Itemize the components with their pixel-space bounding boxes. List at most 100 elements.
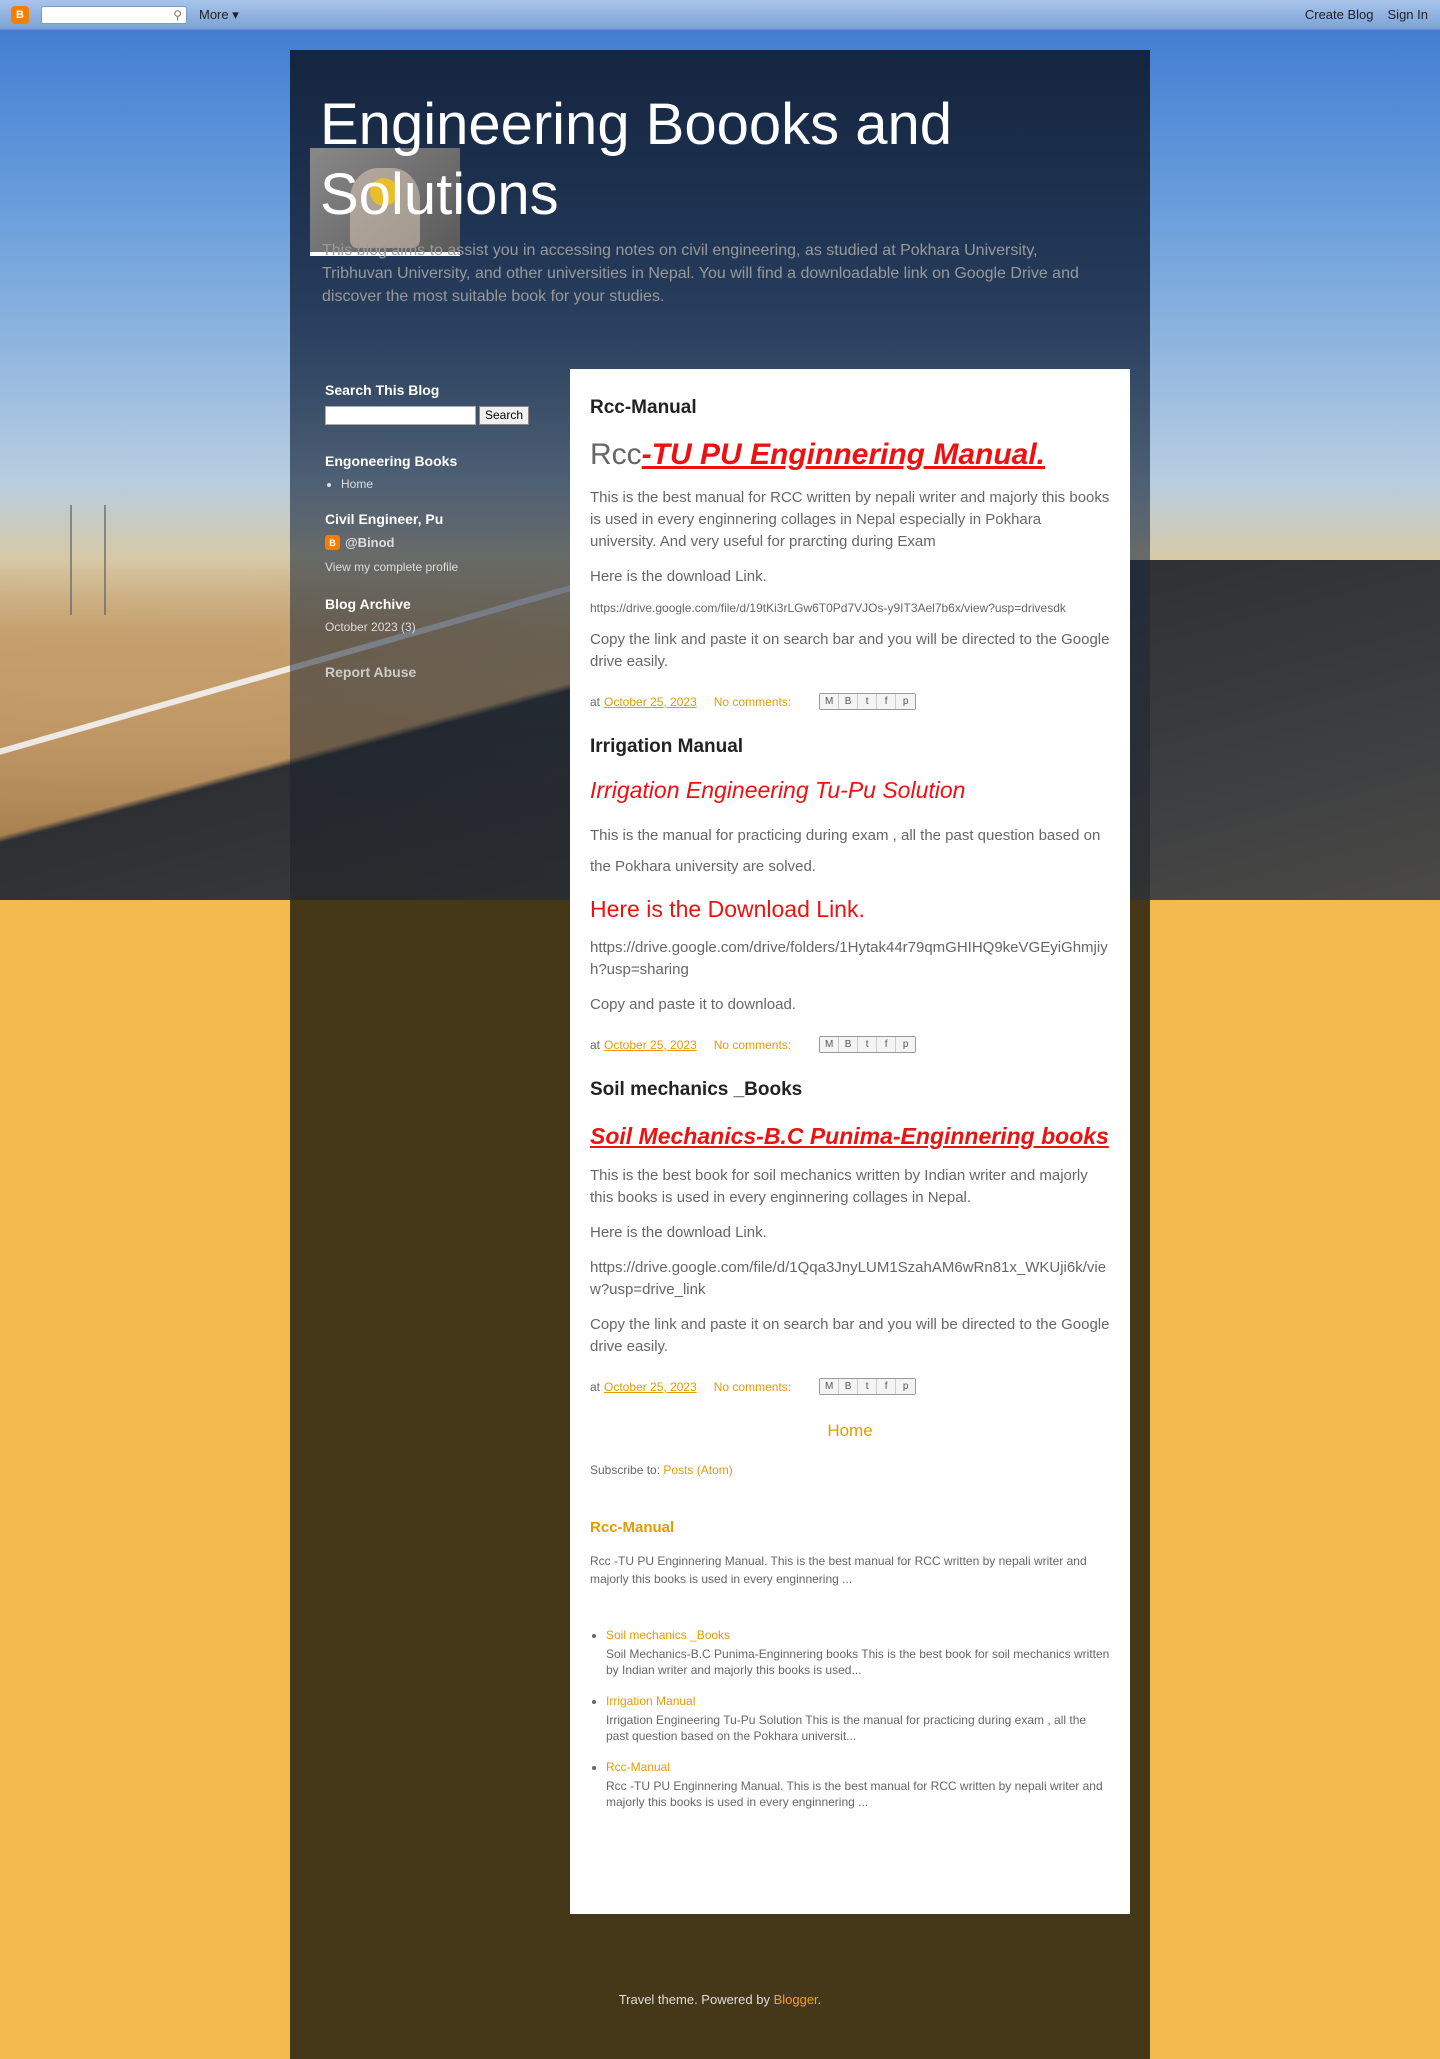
- post-headline-plain: Rcc: [590, 438, 642, 471]
- email-share-icon[interactable]: M: [820, 694, 840, 709]
- post-download-heading: Here is the Download Link.: [590, 896, 865, 922]
- blog-description: This blog aims to assist you in accessin…: [322, 242, 1079, 305]
- archive-widget-heading: Blog Archive: [325, 596, 411, 612]
- home-link[interactable]: Home: [590, 1421, 1110, 1441]
- post-headline: Irrigation Engineering Tu-Pu Solution: [590, 777, 966, 803]
- background-power-tower: [70, 505, 106, 615]
- post-instruction: Copy the link and paste it on search bar…: [590, 1316, 1110, 1355]
- popular-post-snippet: Soil Mechanics-B.C Punima-Enginnering bo…: [606, 1647, 1110, 1677]
- post-footer-at: at: [590, 694, 601, 709]
- pinterest-share-icon[interactable]: p: [896, 694, 916, 709]
- post-title[interactable]: Rcc-Manual: [590, 397, 1110, 419]
- main-content: Rcc-Manual Rcc-TU PU Enginnering Manual.…: [570, 369, 1130, 1914]
- profile-name: @Binod: [345, 535, 395, 550]
- popular-post-title[interactable]: Soil mechanics _Books: [606, 1628, 1110, 1642]
- list-item: Irrigation Manual Irrigation Engineering…: [606, 1694, 1110, 1744]
- blogthis-share-icon[interactable]: B: [839, 1037, 859, 1052]
- popular-post-title[interactable]: Irrigation Manual: [606, 1694, 1110, 1708]
- post-footer: at October 25, 2023 No comments: M B t f…: [590, 693, 1110, 710]
- about-widget-heading: Civil Engineer, Pu: [325, 511, 444, 527]
- pinterest-share-icon[interactable]: p: [896, 1379, 916, 1394]
- post-download-url: https://drive.google.com/drive/folders/1…: [590, 939, 1108, 978]
- blogthis-share-icon[interactable]: B: [839, 1379, 859, 1394]
- blogthis-share-icon[interactable]: B: [839, 694, 859, 709]
- sign-in-link[interactable]: Sign In: [1388, 7, 1428, 22]
- post-download-intro: Here is the download Link.: [590, 568, 767, 585]
- post-headline-link[interactable]: -TU PU Enginnering Manual.: [642, 438, 1045, 471]
- blog-title[interactable]: Engineering Boooks and Solutions: [320, 90, 1020, 230]
- post-headline-link[interactable]: Soil Mechanics-B.C Punima-Enginnering bo…: [590, 1119, 1110, 1153]
- twitter-share-icon[interactable]: t: [858, 694, 878, 709]
- archive-item-october-2023[interactable]: October 2023 (3): [325, 620, 545, 634]
- credit-end: .: [817, 1992, 822, 2007]
- post-body: This is the best manual for RCC written …: [590, 489, 1110, 550]
- post-title[interactable]: Irrigation Manual: [590, 736, 1110, 758]
- post-footer: at October 25, 2023 No comments: M B t f…: [590, 1378, 1110, 1395]
- post-comments-link[interactable]: No comments:: [714, 1380, 791, 1394]
- post-download-url: https://drive.google.com/file/d/19tKi3rL…: [590, 601, 1066, 615]
- blog-search-form: Search: [325, 406, 545, 425]
- post-instruction: Copy and paste it to download.: [590, 996, 796, 1013]
- share-buttons: M B t f p: [819, 1036, 917, 1053]
- post-rcc-manual: Rcc-Manual Rcc-TU PU Enginnering Manual.…: [590, 397, 1110, 710]
- blogger-navbar: B ⚲ More ▾ Create Blog Sign In: [0, 0, 1440, 30]
- pages-item-home[interactable]: Home: [341, 477, 545, 491]
- popular-post-snippet: Rcc -TU PU Enginnering Manual. This is t…: [606, 1779, 1103, 1809]
- facebook-share-icon[interactable]: f: [877, 1379, 897, 1394]
- post-body: This is the manual for practicing during…: [590, 827, 1101, 875]
- blogger-profile-icon: B: [325, 535, 340, 550]
- search-widget-heading: Search This Blog: [325, 382, 440, 398]
- twitter-share-icon[interactable]: t: [858, 1037, 878, 1052]
- list-item: Rcc-Manual Rcc -TU PU Enginnering Manual…: [606, 1760, 1110, 1810]
- pages-list: Home: [325, 477, 545, 491]
- credit-text: Travel theme. Powered by: [618, 1992, 770, 2007]
- pinterest-share-icon[interactable]: p: [896, 1037, 916, 1052]
- post-title[interactable]: Soil mechanics _Books: [590, 1079, 1110, 1101]
- post-date-link[interactable]: October 25, 2023: [604, 695, 697, 709]
- post-download-intro: Here is the download Link.: [590, 1224, 767, 1241]
- post-body: This is the best book for soil mechanics…: [590, 1167, 1088, 1206]
- featured-post-title[interactable]: Rcc-Manual: [590, 1519, 1110, 1536]
- navbar-search-input[interactable]: ⚲: [41, 5, 187, 24]
- post-headline: Rcc-TU PU Enginnering Manual.: [590, 437, 1110, 473]
- blogger-link[interactable]: Blogger: [774, 1992, 818, 2007]
- subscribe-line: Subscribe to: Posts (Atom): [590, 1463, 1110, 1477]
- facebook-share-icon[interactable]: f: [877, 1037, 897, 1052]
- subscribe-atom-link[interactable]: Posts (Atom): [663, 1463, 732, 1477]
- popular-post-snippet: Irrigation Engineering Tu-Pu Solution Th…: [606, 1713, 1087, 1743]
- search-icon[interactable]: ⚲: [173, 8, 182, 22]
- post-soil-mechanics: Soil mechanics _Books Soil Mechanics-B.C…: [590, 1079, 1110, 1395]
- navbar-more-label: More: [199, 6, 229, 22]
- post-download-url: https://drive.google.com/file/d/1Qqa3Jny…: [590, 1259, 1107, 1298]
- post-irrigation-manual: Irrigation Manual Irrigation Engineering…: [590, 736, 1110, 1053]
- post-comments-link[interactable]: No comments:: [714, 695, 791, 709]
- share-buttons: M B t f p: [819, 693, 917, 710]
- view-profile-link[interactable]: View my complete profile: [325, 560, 545, 574]
- blogger-logo-icon[interactable]: B: [11, 5, 29, 24]
- share-buttons: M B t f p: [819, 1378, 917, 1395]
- post-date-link[interactable]: October 25, 2023: [604, 1380, 697, 1394]
- popular-post-title[interactable]: Rcc-Manual: [606, 1760, 1110, 1774]
- featured-post-snippet: Rcc -TU PU Enginnering Manual. This is t…: [590, 1554, 1087, 1586]
- post-comments-link[interactable]: No comments:: [714, 1038, 791, 1052]
- post-date-link[interactable]: October 25, 2023: [604, 1038, 697, 1052]
- blog-search-input[interactable]: [325, 406, 476, 425]
- popular-posts-list: Soil mechanics _Books Soil Mechanics-B.C…: [590, 1628, 1110, 1810]
- sidebar: Search This Blog Search Engoneering Book…: [325, 382, 545, 680]
- email-share-icon[interactable]: M: [820, 1037, 840, 1052]
- email-share-icon[interactable]: M: [820, 1379, 840, 1394]
- navbar-more-menu[interactable]: More ▾: [199, 7, 239, 23]
- subscribe-label: Subscribe to:: [590, 1463, 661, 1477]
- report-abuse-link[interactable]: Report Abuse: [325, 664, 545, 680]
- post-footer: at October 25, 2023 No comments: M B t f…: [590, 1036, 1110, 1053]
- theme-credit: Travel theme. Powered by Blogger.: [290, 1992, 1150, 2007]
- pages-widget-heading: Engoneering Books: [325, 453, 458, 469]
- list-item: Soil mechanics _Books Soil Mechanics-B.C…: [606, 1628, 1110, 1678]
- blog-search-button[interactable]: Search: [479, 406, 530, 425]
- profile-name-link[interactable]: B @Binod: [325, 535, 545, 550]
- post-footer-at: at: [590, 1037, 601, 1052]
- create-blog-link[interactable]: Create Blog: [1305, 7, 1374, 22]
- facebook-share-icon[interactable]: f: [877, 694, 897, 709]
- post-footer-at: at: [590, 1379, 601, 1394]
- twitter-share-icon[interactable]: t: [858, 1379, 878, 1394]
